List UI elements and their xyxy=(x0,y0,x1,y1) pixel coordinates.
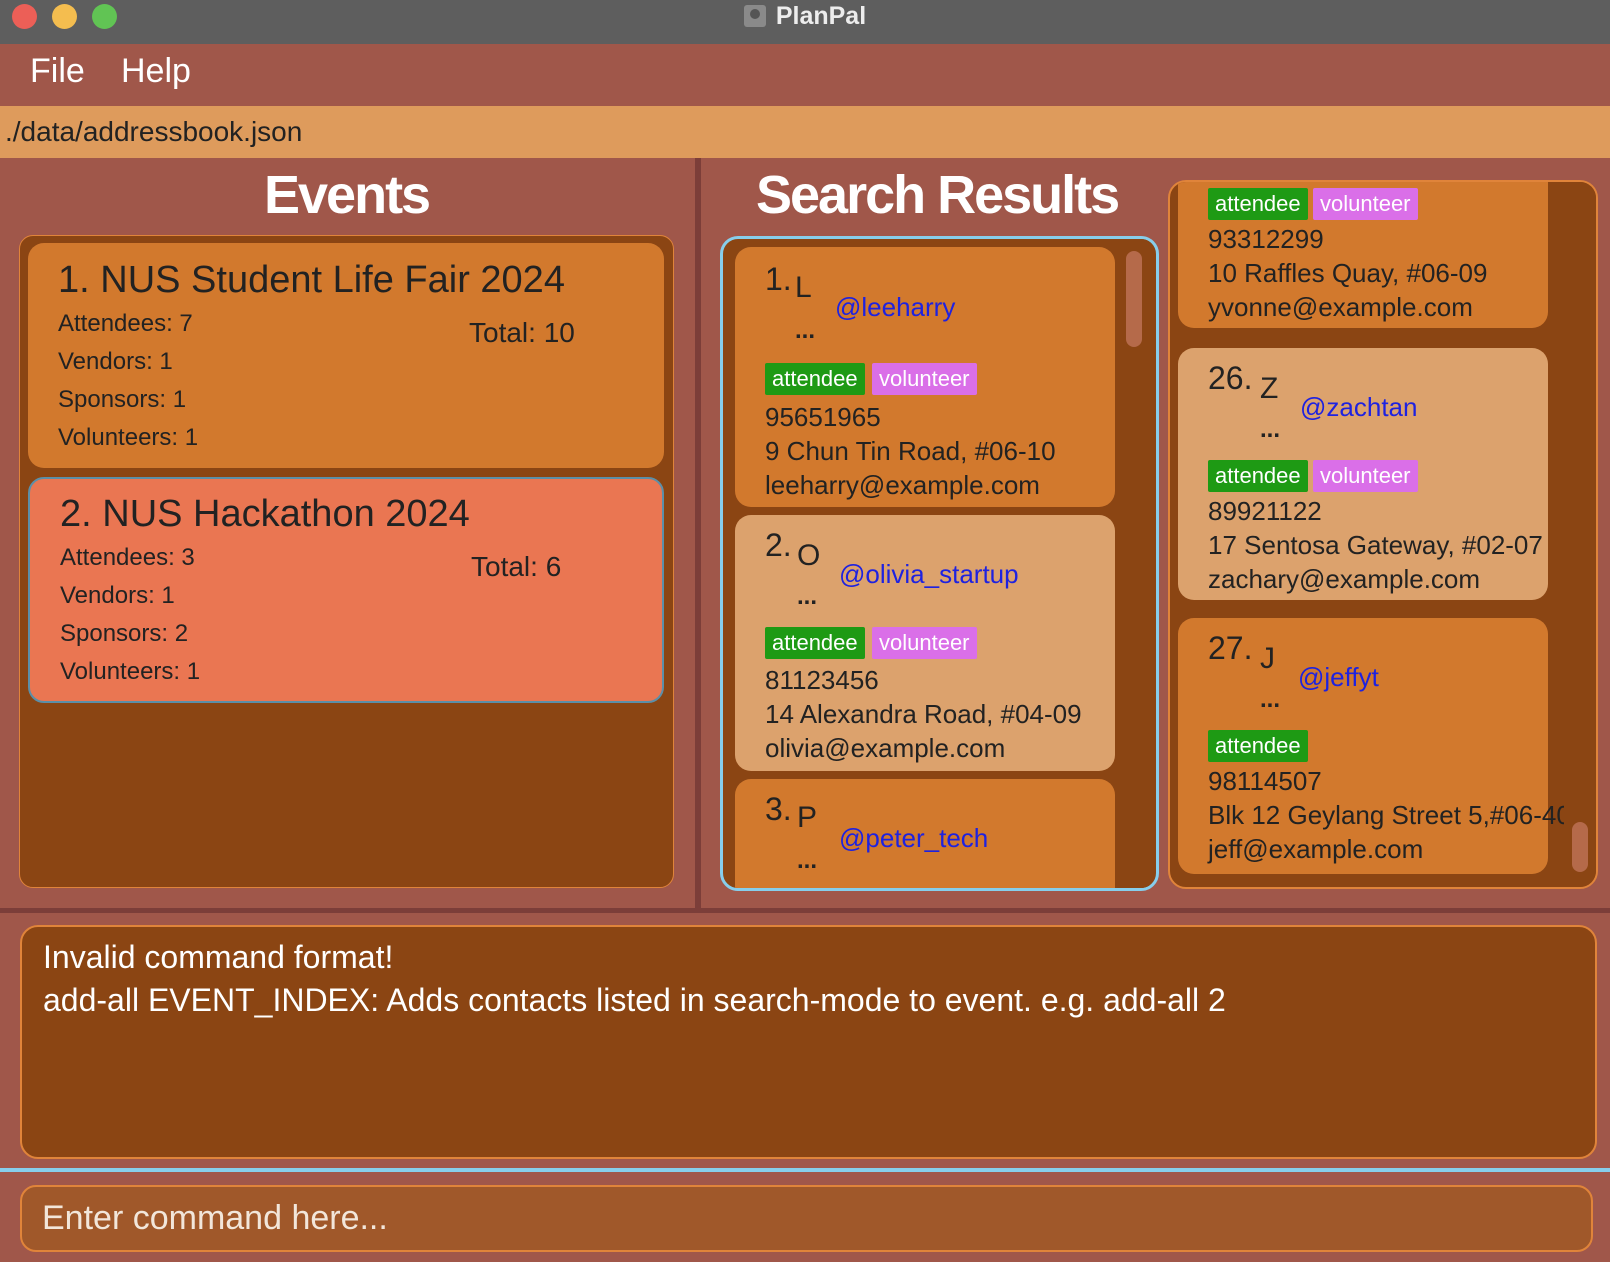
window-title: PlanPal xyxy=(775,1,867,30)
contact-card[interactable]: 1. L ... @leeharry attendee volunteer 95… xyxy=(735,247,1115,507)
contact-index: 27. xyxy=(1208,630,1253,666)
contact-name: P xyxy=(797,801,818,834)
contact-email: leeharry@example.com xyxy=(765,470,1040,500)
app-icon xyxy=(743,5,766,27)
contact-handle: @jeffyt xyxy=(1298,662,1379,692)
scrollbar-thumb[interactable] xyxy=(1126,251,1142,347)
contact-index: 26. xyxy=(1208,360,1253,396)
event-total: Total: 10 xyxy=(469,317,575,348)
result-message-line: add-all EVENT_INDEX: Adds contacts liste… xyxy=(43,982,1226,1018)
contact-card[interactable]: attendee volunteer 93312299 10 Raffles Q… xyxy=(1178,182,1548,328)
horizontal-divider[interactable] xyxy=(0,908,1610,913)
contact-email: olivia@example.com xyxy=(765,733,1006,763)
contact-address: 9 Chun Tin Road, #06-10 xyxy=(765,436,1056,466)
search-results-heading: Search Results xyxy=(756,165,1120,225)
tag-attendee: attendee xyxy=(765,363,865,395)
contacts-scrollbar[interactable] xyxy=(1564,182,1596,887)
event-attendees: Attendees: 3 xyxy=(60,544,195,571)
event-volunteers: Volunteers: 1 xyxy=(58,424,199,451)
command-box-separator xyxy=(0,1168,1610,1172)
contact-index: 1. xyxy=(765,261,792,297)
contact-name-ellipsis: ... xyxy=(1260,416,1281,443)
scrollbar-thumb[interactable] xyxy=(1572,822,1588,872)
search-results-list[interactable]: 1. L ... @leeharry attendee volunteer 95… xyxy=(720,236,1159,891)
event-card[interactable]: 1. NUS Student Life Fair 2024 Attendees:… xyxy=(28,243,664,468)
menu-file[interactable]: File xyxy=(30,52,85,91)
status-bar-path: ./data/addressbook.json xyxy=(0,106,1610,158)
events-heading: Events xyxy=(264,165,431,225)
event-card-selected[interactable]: 2. NUS Hackathon 2024 Attendees: 3 Vendo… xyxy=(28,477,664,703)
contact-address: 10 Raffles Quay, #06-09 xyxy=(1208,258,1488,288)
contact-index: 3. xyxy=(765,791,792,827)
event-sponsors: Sponsors: 1 xyxy=(58,386,187,413)
contact-email: yvonne@example.com xyxy=(1208,292,1473,322)
tag-volunteer: volunteer xyxy=(872,363,977,395)
event-volunteers: Volunteers: 1 xyxy=(60,658,201,685)
event-total: Total: 6 xyxy=(471,551,562,582)
contact-email: jeff@example.com xyxy=(1208,834,1424,864)
panel-divider[interactable] xyxy=(695,158,701,908)
menu-help[interactable]: Help xyxy=(121,52,191,91)
contact-phone: 81123456 xyxy=(765,665,879,695)
event-attendees: Attendees: 7 xyxy=(58,310,193,337)
event-sponsors: Sponsors: 2 xyxy=(60,620,189,647)
result-message-line: Invalid command format! xyxy=(43,939,394,975)
contact-name: O xyxy=(797,539,821,572)
contact-handle: @olivia_startup xyxy=(839,559,1019,589)
tag-attendee: attendee xyxy=(1208,188,1308,220)
command-box xyxy=(20,1185,1593,1252)
menu-bar: File Help xyxy=(0,44,1610,106)
window-titlebar: PlanPal xyxy=(0,0,1610,45)
contact-index: 2. xyxy=(765,527,792,563)
contact-phone: 89921122 xyxy=(1208,496,1322,526)
tag-attendee: attendee xyxy=(1208,730,1308,762)
contact-handle: @peter_tech xyxy=(839,823,989,853)
contact-name-ellipsis: ... xyxy=(795,317,816,344)
event-title: 1. NUS Student Life Fair 2024 xyxy=(58,259,565,301)
tag-volunteer: volunteer xyxy=(872,627,977,659)
contact-name: L xyxy=(795,271,812,304)
contact-address: 17 Sentosa Gateway, #02-07 xyxy=(1208,530,1543,560)
contact-handle: @zachtan xyxy=(1300,392,1418,422)
event-vendors: Vendors: 1 xyxy=(60,582,175,609)
contact-name-ellipsis: ... xyxy=(797,583,818,610)
tag-volunteer: volunteer xyxy=(1313,460,1418,492)
contact-card[interactable]: 2. O ... @olivia_startup attendee volunt… xyxy=(735,515,1115,771)
contact-phone: 93312299 xyxy=(1208,224,1324,254)
tag-attendee: attendee xyxy=(1208,460,1308,492)
event-vendors: Vendors: 1 xyxy=(58,348,173,375)
contact-card[interactable]: 26. Z ... @zachtan attendee volunteer 89… xyxy=(1178,348,1548,600)
event-title: 2. NUS Hackathon 2024 xyxy=(60,493,470,535)
contact-address: 14 Alexandra Road, #04-09 xyxy=(765,699,1082,729)
contact-card[interactable]: 27. J ... @jeffyt attendee 98114507 Blk … xyxy=(1178,618,1571,874)
command-input[interactable] xyxy=(22,1187,1591,1250)
contact-card[interactable]: 3. P ... @peter_tech xyxy=(735,779,1115,888)
contact-name-ellipsis: ... xyxy=(797,847,818,874)
tag-attendee: attendee xyxy=(765,627,865,659)
contact-email: zachary@example.com xyxy=(1208,564,1481,594)
tag-volunteer: volunteer xyxy=(1313,188,1418,220)
contact-name: J xyxy=(1260,642,1275,675)
contacts-list[interactable]: attendee volunteer 93312299 10 Raffles Q… xyxy=(1168,180,1598,889)
result-display[interactable]: Invalid command format! add-all EVENT_IN… xyxy=(20,925,1597,1159)
data-file-path: ./data/addressbook.json xyxy=(5,116,303,147)
contact-name-ellipsis: ... xyxy=(1260,686,1281,713)
search-results-scrollbar[interactable] xyxy=(1119,239,1149,888)
contact-phone: 98114507 xyxy=(1208,766,1322,796)
contact-handle: @leeharry xyxy=(835,292,956,322)
contact-name: Z xyxy=(1260,372,1279,405)
contact-phone: 95651965 xyxy=(765,402,881,432)
contact-address: Blk 12 Geylang Street 5,#06-40 xyxy=(1208,800,1571,830)
